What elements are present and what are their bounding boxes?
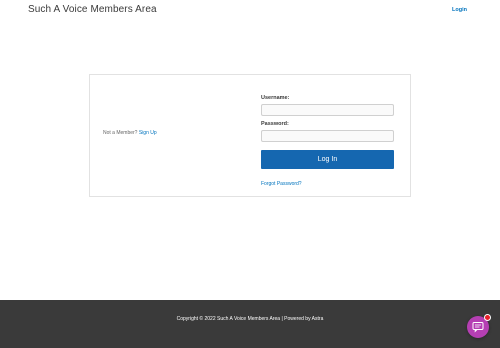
username-label: Username: xyxy=(261,95,290,101)
site-title[interactable]: Such A Voice Members Area xyxy=(28,4,157,15)
not-member-prompt: Not a Member? Sign Up xyxy=(103,130,157,136)
username-input[interactable] xyxy=(261,104,394,116)
main-content: Not a Member? Sign Up Username: Password… xyxy=(0,21,500,300)
login-button[interactable]: Log In xyxy=(261,150,394,169)
site-footer: Copyright © 2022 Such A Voice Members Ar… xyxy=(0,300,500,348)
password-label: Password: xyxy=(261,121,289,127)
site-header: Such A Voice Members Area Login xyxy=(0,0,500,21)
forgot-password-link[interactable]: Forgot Password? xyxy=(261,181,302,187)
not-member-text: Not a Member? xyxy=(103,130,138,136)
notification-badge-icon xyxy=(484,314,491,321)
footer-copyright: Copyright © 2022 Such A Voice Members Ar… xyxy=(176,316,324,322)
signup-link[interactable]: Sign Up xyxy=(139,130,157,136)
nav-login-link[interactable]: Login xyxy=(452,7,467,13)
login-card: Not a Member? Sign Up Username: Password… xyxy=(89,74,411,197)
chat-bubble-icon xyxy=(472,322,484,333)
password-input[interactable] xyxy=(261,130,394,142)
chat-widget-button[interactable] xyxy=(467,314,491,338)
